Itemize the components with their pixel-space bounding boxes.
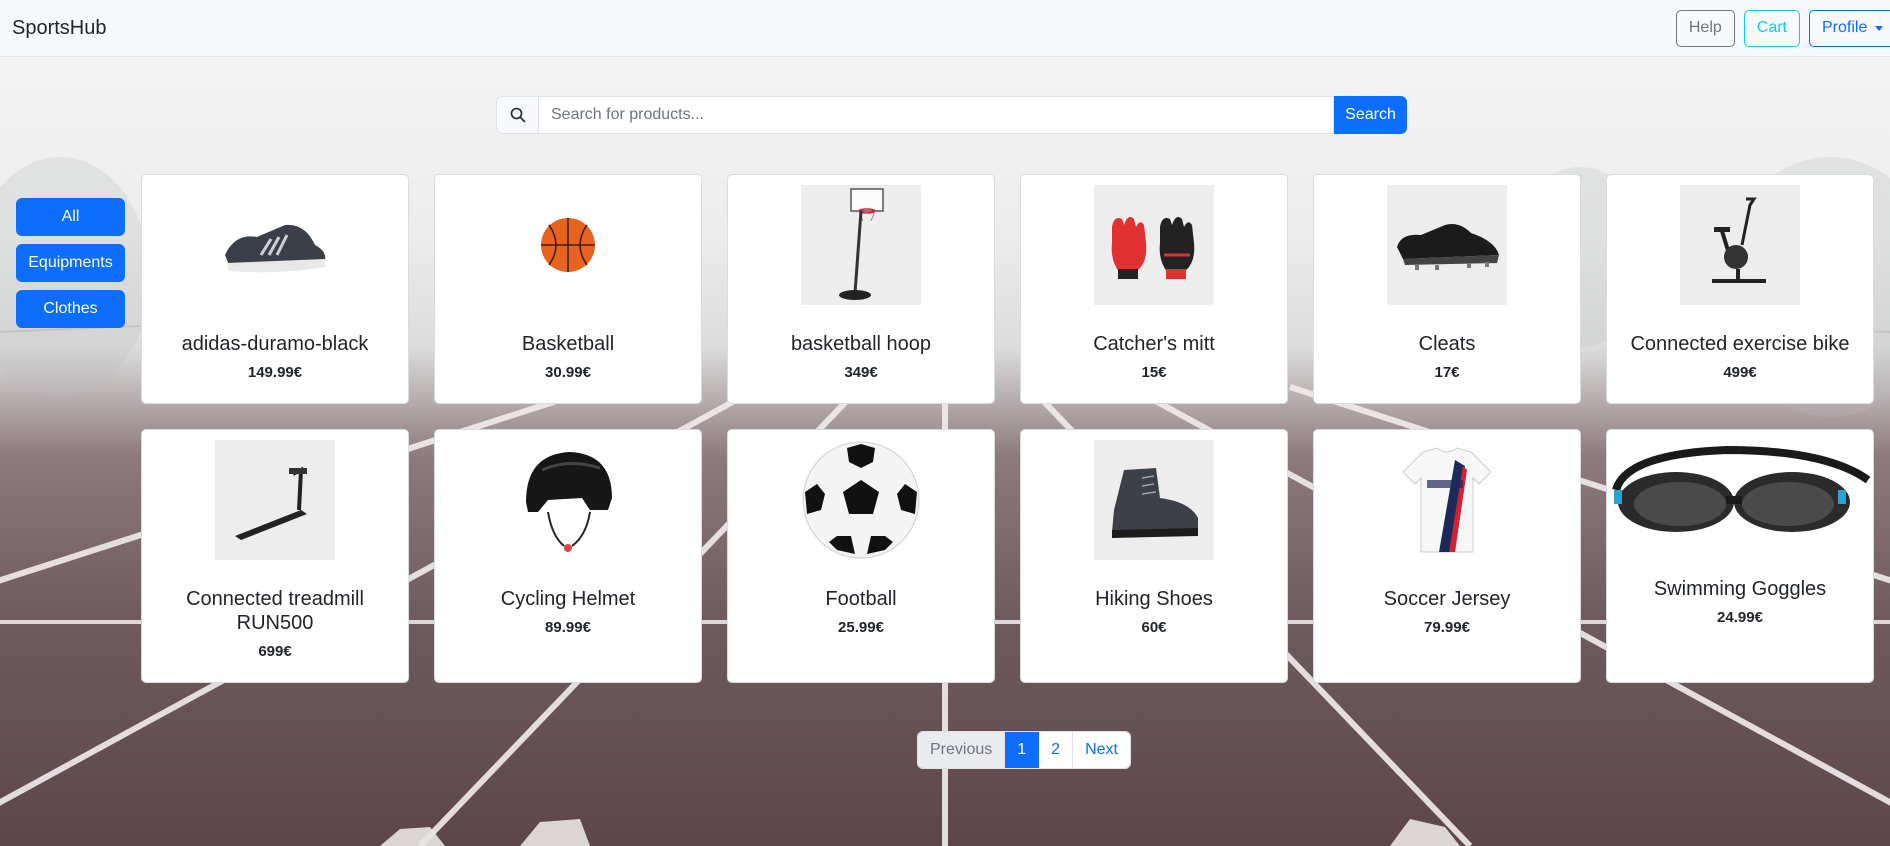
product-price: 60€ — [1141, 619, 1167, 636]
product-price: 25.99€ — [838, 619, 884, 636]
basketball-image — [508, 185, 628, 305]
profile-label: Profile — [1822, 19, 1868, 36]
product-name: Connected exercise bike — [1630, 333, 1850, 355]
basketball-hoop-image — [801, 185, 921, 305]
caret-down-icon — [1875, 25, 1884, 31]
search-bar: Search — [496, 96, 1407, 134]
goalkeeper-gloves-image — [1094, 185, 1214, 305]
goggles-image — [1606, 430, 1874, 570]
running-shoe-image — [215, 185, 335, 305]
product-price: 499€ — [1723, 364, 1757, 381]
pagination-next[interactable]: Next — [1073, 732, 1130, 768]
product-price: 15€ — [1141, 364, 1167, 381]
product-price: 17€ — [1434, 364, 1460, 381]
product-card[interactable]: Connected treadmill RUN500 699€ — [141, 429, 409, 683]
category-equipments-button[interactable]: Equipments — [16, 244, 125, 282]
cleats-image — [1387, 185, 1507, 305]
category-clothes-button[interactable]: Clothes — [16, 290, 125, 328]
pagination: Previous 1 2 Next — [917, 731, 1131, 769]
hiking-shoe-image — [1094, 440, 1214, 560]
product-name: Cycling Helmet — [500, 588, 636, 610]
product-card[interactable]: Swimming Goggles 24.99€ — [1606, 429, 1874, 683]
product-card[interactable]: Basketball 30.99€ — [434, 174, 702, 404]
helmet-image — [508, 440, 628, 560]
product-name: Basketball — [521, 333, 615, 355]
product-price: 89.99€ — [545, 619, 591, 636]
product-name: adidas-duramo-black — [181, 333, 369, 355]
pagination-page-1[interactable]: 1 — [1005, 732, 1040, 768]
product-name: Swimming Goggles — [1653, 578, 1827, 600]
product-price: 24.99€ — [1717, 609, 1763, 626]
product-price: 30.99€ — [545, 364, 591, 381]
category-filter: All Equipments Clothes — [16, 198, 125, 328]
product-card[interactable]: Football 25.99€ — [727, 429, 995, 683]
product-card[interactable]: Cleats 17€ — [1313, 174, 1581, 404]
product-name: basketball hoop — [790, 333, 932, 355]
navbar: SportsHub Help Cart Profile — [0, 0, 1890, 57]
product-card[interactable]: Soccer Jersey 79.99€ — [1313, 429, 1581, 683]
product-grid: adidas-duramo-black 149.99€ Basketball 3… — [141, 174, 1875, 683]
soccer-ball-image — [801, 440, 921, 560]
search-icon — [496, 96, 538, 134]
product-card[interactable]: Cycling Helmet 89.99€ — [434, 429, 702, 683]
nav-actions: Help Cart Profile — [1675, 9, 1890, 47]
product-name: Cleats — [1418, 333, 1476, 355]
brand-logo[interactable]: SportsHub — [12, 17, 107, 40]
cart-button[interactable]: Cart — [1743, 9, 1800, 47]
product-price: 149.99€ — [247, 364, 303, 381]
help-button[interactable]: Help — [1675, 9, 1735, 47]
product-price: 79.99€ — [1424, 619, 1470, 636]
jersey-image — [1387, 440, 1507, 560]
pagination-previous[interactable]: Previous — [918, 732, 1006, 768]
category-all-button[interactable]: All — [16, 198, 125, 236]
pagination-page-2[interactable]: 2 — [1039, 732, 1074, 768]
treadmill-image — [215, 440, 335, 560]
product-name: Catcher's mitt — [1093, 333, 1215, 355]
product-card[interactable]: adidas-duramo-black 149.99€ — [141, 174, 409, 404]
product-name: Soccer Jersey — [1383, 588, 1511, 610]
product-name: Football — [825, 588, 897, 610]
product-name: Hiking Shoes — [1095, 588, 1213, 610]
product-card[interactable]: basketball hoop 349€ — [727, 174, 995, 404]
product-name: Connected treadmill RUN500 — [186, 588, 364, 634]
product-card[interactable]: Hiking Shoes 60€ — [1020, 429, 1288, 683]
search-button[interactable]: Search — [1334, 96, 1407, 134]
search-input[interactable] — [538, 96, 1334, 134]
product-card[interactable]: Connected exercise bike 499€ — [1606, 174, 1874, 404]
product-price: 349€ — [844, 364, 878, 381]
product-card[interactable]: Catcher's mitt 15€ — [1020, 174, 1288, 404]
exercise-bike-image — [1680, 185, 1800, 305]
profile-dropdown-button[interactable]: Profile — [1809, 9, 1890, 47]
product-price: 699€ — [258, 643, 292, 660]
